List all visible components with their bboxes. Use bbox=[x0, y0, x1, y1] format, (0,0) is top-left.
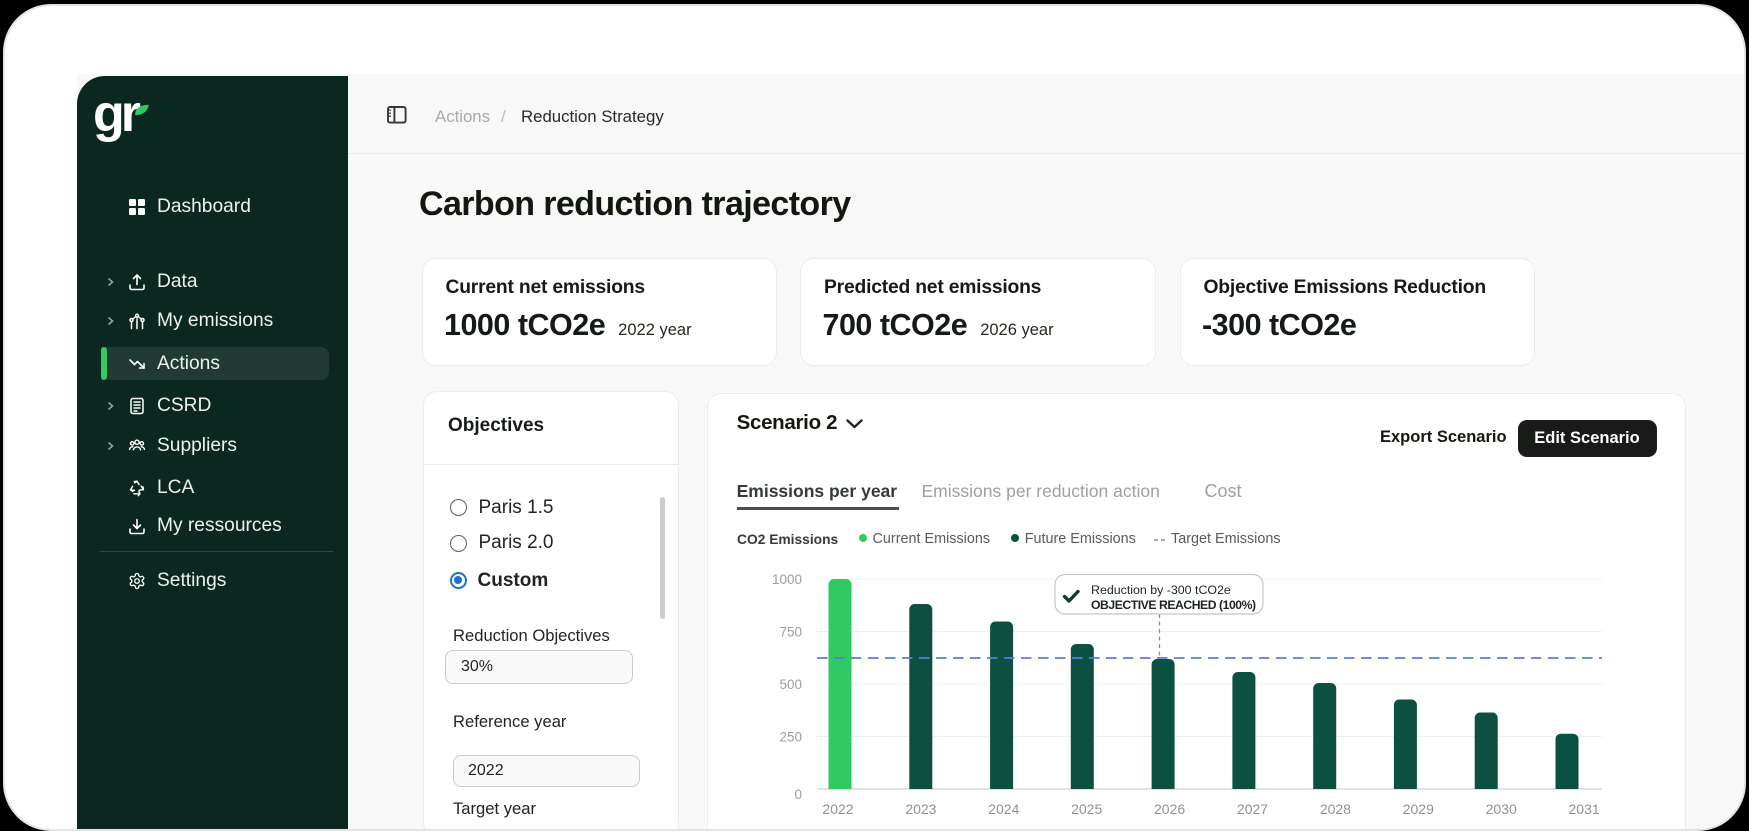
svg-text:Reduction by -300 tCO2e: Reduction by -300 tCO2e bbox=[1091, 583, 1231, 597]
svg-text:2028: 2028 bbox=[1320, 801, 1351, 817]
svg-text:2022: 2022 bbox=[823, 801, 854, 817]
svg-text:1000: 1000 bbox=[772, 572, 802, 587]
svg-text:2023: 2023 bbox=[906, 801, 937, 817]
svg-text:750: 750 bbox=[780, 624, 803, 639]
svg-text:OBJECTIVE REACHED (100%): OBJECTIVE REACHED (100%) bbox=[1091, 598, 1256, 612]
svg-text:2026: 2026 bbox=[1154, 801, 1185, 817]
svg-text:500: 500 bbox=[780, 677, 803, 692]
svg-text:2029: 2029 bbox=[1403, 801, 1434, 817]
svg-text:2025: 2025 bbox=[1072, 801, 1103, 817]
svg-text:2030: 2030 bbox=[1486, 801, 1517, 817]
svg-text:2027: 2027 bbox=[1237, 801, 1268, 817]
svg-text:0: 0 bbox=[795, 787, 803, 802]
svg-text:2024: 2024 bbox=[989, 801, 1020, 817]
svg-text:2031: 2031 bbox=[1569, 801, 1600, 817]
svg-text:250: 250 bbox=[780, 729, 803, 744]
